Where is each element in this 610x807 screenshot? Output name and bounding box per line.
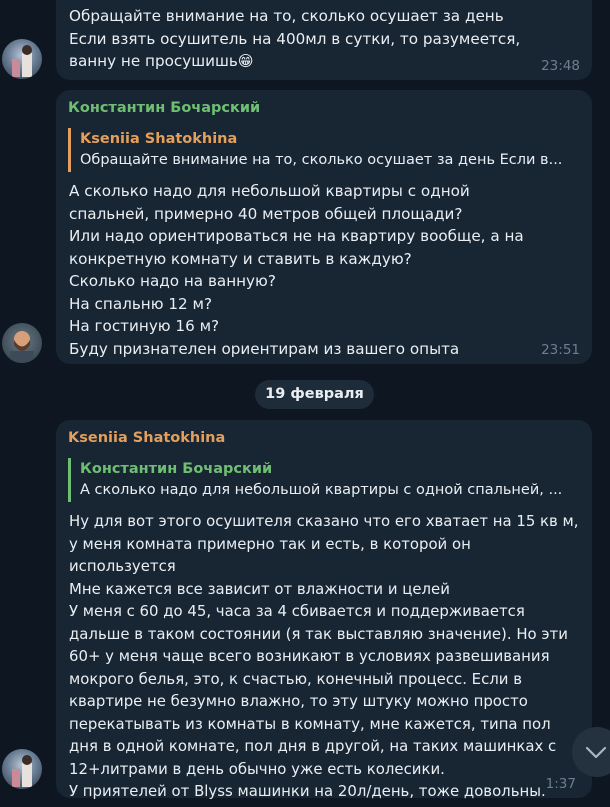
- reply-sender: Константин Бочарский: [80, 461, 273, 477]
- message-time: 1:37: [545, 776, 576, 792]
- reply-preview[interactable]: Kseniia Shatokhina Обращайте внимание на…: [68, 128, 580, 172]
- date-separator: 19 февраля: [255, 380, 374, 409]
- reply-text: А сколько надо для небольшой квартиры с …: [80, 482, 563, 498]
- avatar-photo: [12, 755, 32, 787]
- avatar[interactable]: [2, 39, 42, 79]
- avatar[interactable]: [2, 323, 42, 363]
- reply-preview[interactable]: Константин Бочарский А сколько надо для …: [68, 458, 580, 502]
- message-time: 23:51: [541, 342, 580, 358]
- message-bubble[interactable]: Константин Бочарский Kseniia Shatokhina …: [56, 90, 592, 364]
- chevron-down-icon: [585, 746, 607, 759]
- scroll-down-button[interactable]: [572, 727, 610, 777]
- reply-text: Обращайте внимание на то, сколько осушае…: [80, 152, 563, 168]
- sender-name[interactable]: Константин Бочарский: [68, 100, 260, 116]
- avatar-photo: [10, 331, 34, 363]
- message-bubble[interactable]: Обращайте внимание на то, сколько осушае…: [56, 0, 592, 80]
- message-bubble[interactable]: Kseniia Shatokhina Константин Бочарский …: [56, 420, 592, 800]
- message-text: Ну для вот этого осушителя сказано что е…: [69, 512, 579, 800]
- grin-emoji: 😁: [237, 52, 254, 70]
- message-time: 23:48: [541, 58, 580, 74]
- sender-name[interactable]: Kseniia Shatokhina: [68, 430, 225, 446]
- reply-sender: Kseniia Shatokhina: [80, 131, 238, 147]
- message-text: А сколько надо для небольшой квартиры с …: [69, 182, 524, 358]
- message-text: Обращайте внимание на то, сколько осушае…: [69, 7, 521, 70]
- avatar[interactable]: [2, 749, 42, 789]
- avatar-photo: [12, 45, 32, 77]
